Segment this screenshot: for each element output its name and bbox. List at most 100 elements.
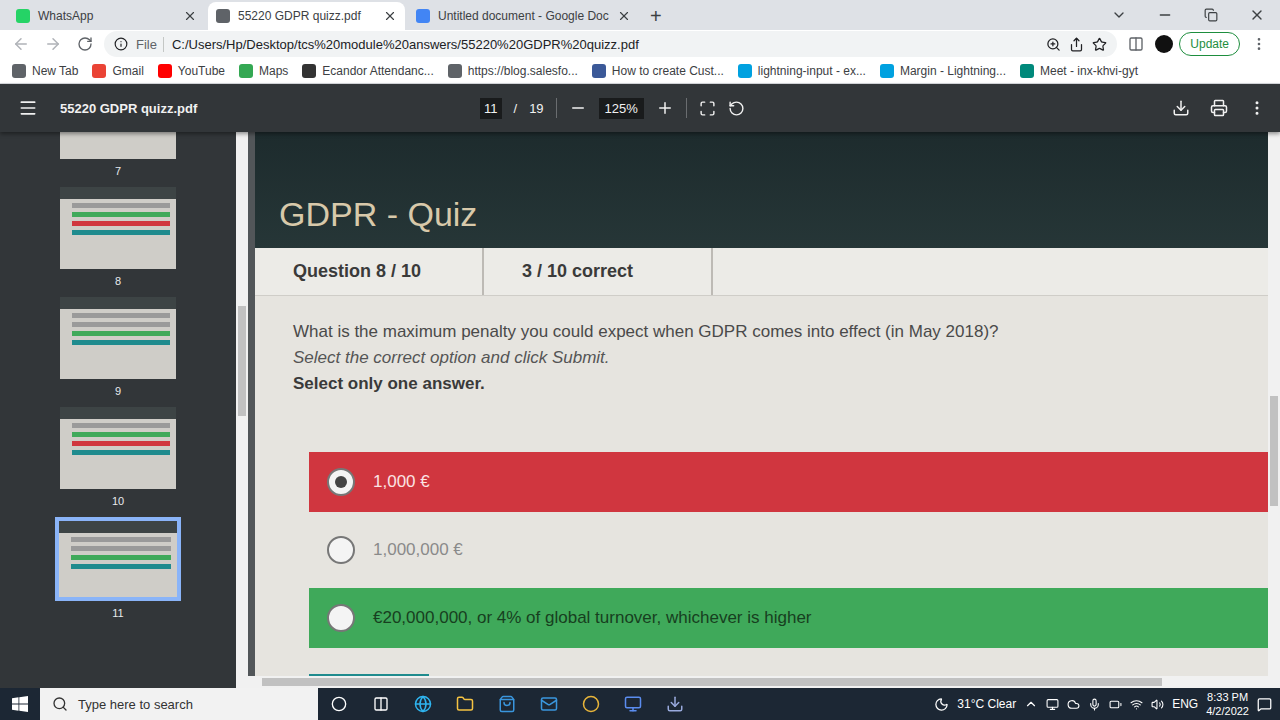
radio-button[interactable] xyxy=(327,468,355,496)
answer-option[interactable]: 1,000 € xyxy=(309,452,1268,512)
answer-option[interactable]: €20,000,000, or 4% of global turnover, w… xyxy=(309,588,1268,648)
download-icon[interactable] xyxy=(1172,99,1190,117)
answer-option[interactable]: 1,000,000 € xyxy=(309,520,1268,580)
bookmark[interactable]: https://blog.salesfo... xyxy=(448,64,578,78)
page-thumbnail[interactable]: 11 xyxy=(55,517,181,619)
back-button[interactable] xyxy=(8,31,34,57)
profile-avatar[interactable] xyxy=(1155,35,1173,53)
cortana-button[interactable] xyxy=(318,688,360,720)
page-thumbnail[interactable]: 10 xyxy=(60,407,176,507)
tab-strip: WhatsApp55220 GDPR quizz.pdfUntitled doc… xyxy=(0,0,1280,30)
taskbar-search[interactable]: Type here to search xyxy=(40,688,318,720)
app-button[interactable] xyxy=(654,688,696,720)
close-icon xyxy=(1249,7,1265,23)
language-text[interactable]: ENG xyxy=(1172,697,1198,711)
thumbnail-image xyxy=(60,407,176,489)
side-panel-button[interactable] xyxy=(1123,31,1149,57)
bookmarks-bar: New Tab Gmail YouTube Maps Ecandor Attendanc… xyxy=(0,58,1280,84)
close-button[interactable] xyxy=(1234,0,1280,30)
store-button[interactable] xyxy=(486,688,528,720)
more-icon[interactable] xyxy=(1248,99,1266,117)
new-tab-button[interactable]: + xyxy=(642,2,670,30)
close-tab-icon[interactable] xyxy=(383,9,397,23)
radio-button[interactable] xyxy=(327,536,355,564)
system-tray: 31°C Clear ENG 8:33 PM4/2/2022 xyxy=(934,690,1280,718)
pdf-toolbar: 55220 GDPR quizz.pdf11/19125% xyxy=(0,84,1280,132)
close-tab-icon[interactable] xyxy=(183,9,197,23)
share-icon[interactable] xyxy=(1069,37,1084,52)
bookmark[interactable]: YouTube xyxy=(158,64,225,78)
sidebar-scrollbar[interactable] xyxy=(236,132,248,688)
search-icon xyxy=(52,696,68,712)
webex-icon xyxy=(624,695,642,713)
zoom-out-icon[interactable] xyxy=(569,99,587,117)
reload-button[interactable] xyxy=(72,31,98,57)
windows-logo-icon[interactable] xyxy=(12,696,28,712)
fit-page-icon[interactable] xyxy=(699,100,716,117)
update-button[interactable]: Update xyxy=(1179,32,1240,56)
minimize-button[interactable] xyxy=(1142,0,1188,30)
pdf-body: 7 891011 GDPR - QuizQuestion 8 / 103 / 10 … xyxy=(0,132,1280,688)
page-thumbnail[interactable]: 7 xyxy=(60,132,176,177)
thumbnail-sidebar: 7 891011 xyxy=(0,132,236,688)
bookmark[interactable]: New Tab xyxy=(12,64,78,78)
document-scrollbar[interactable] xyxy=(1268,132,1280,676)
bookmark[interactable]: Meet - inx-khvi-gyt xyxy=(1020,64,1138,78)
zoom-icon[interactable] xyxy=(1046,37,1061,52)
forward-button[interactable] xyxy=(40,31,66,57)
explorer-button[interactable] xyxy=(444,688,486,720)
chrome-button[interactable] xyxy=(570,688,612,720)
browser-menu-button[interactable] xyxy=(1246,31,1272,57)
address-bar[interactable]: FileC:/Users/Hp/Desktop/tcs%20module%20a… xyxy=(104,31,1117,57)
bookmark-favicon-icon xyxy=(880,64,894,78)
start-button[interactable] xyxy=(0,688,40,720)
thumbnail-image xyxy=(60,187,176,269)
weather-text[interactable]: 31°C Clear xyxy=(957,697,1016,711)
print-icon[interactable] xyxy=(1210,99,1228,117)
bookmark[interactable]: Ecandor Attendanc... xyxy=(302,64,433,78)
bookmark[interactable]: Margin - Lightning... xyxy=(880,64,1006,78)
bookmark[interactable]: Gmail xyxy=(92,64,143,78)
hint-text: Select only one answer. xyxy=(293,374,1257,394)
monitor-icon xyxy=(1046,698,1059,711)
page-thumbnail[interactable]: 8 xyxy=(60,187,176,287)
browser-tab[interactable]: Untitled document - Google Doc xyxy=(408,2,639,30)
pdf-page: GDPR - QuizQuestion 8 / 103 / 10 correct… xyxy=(255,132,1268,676)
toolbar-separator xyxy=(686,98,687,118)
thumbnail-image xyxy=(55,517,181,601)
pdf-title: 55220 GDPR quizz.pdf xyxy=(60,101,480,116)
restore-icon xyxy=(1204,8,1218,22)
browser-tab[interactable]: 55220 GDPR quizz.pdf xyxy=(208,2,405,30)
zoom-input[interactable]: 125% xyxy=(599,98,644,119)
browser-tab[interactable]: WhatsApp xyxy=(8,2,205,30)
tab-favicon-icon xyxy=(416,9,430,23)
tab-search-button[interactable] xyxy=(1096,0,1142,30)
toolbar-separator xyxy=(556,98,557,118)
star-icon[interactable] xyxy=(1092,37,1107,52)
bookmark[interactable]: Maps xyxy=(239,64,288,78)
chevron-up-icon[interactable] xyxy=(1024,697,1038,711)
clock[interactable]: 8:33 PM4/2/2022 xyxy=(1206,690,1249,718)
page-thumbnail[interactable]: 9 xyxy=(60,297,176,397)
close-tab-icon[interactable] xyxy=(617,9,631,23)
page-count: 19 xyxy=(529,101,543,116)
horizontal-scrollbar[interactable] xyxy=(248,676,1280,688)
page-input[interactable]: 11 xyxy=(480,98,502,119)
notification-icon[interactable] xyxy=(1257,697,1272,712)
zoom-in-icon[interactable] xyxy=(656,99,674,117)
bookmark-favicon-icon xyxy=(92,64,106,78)
minimize-icon xyxy=(1157,7,1173,23)
side-panel-icon xyxy=(1128,36,1144,52)
webex-button[interactable] xyxy=(612,688,654,720)
restore-button[interactable] xyxy=(1188,0,1234,30)
edge-button[interactable] xyxy=(402,688,444,720)
radio-button[interactable] xyxy=(327,604,355,632)
bookmark-favicon-icon xyxy=(448,64,462,78)
bookmark[interactable]: lightning-input - ex... xyxy=(738,64,866,78)
rotate-icon[interactable] xyxy=(728,100,745,117)
task-view-button[interactable] xyxy=(360,688,402,720)
bookmark[interactable]: How to create Cust... xyxy=(592,64,724,78)
quiz-tab: Question 8 / 10 xyxy=(255,248,484,295)
menu-icon[interactable] xyxy=(18,98,38,118)
mail-button[interactable] xyxy=(528,688,570,720)
